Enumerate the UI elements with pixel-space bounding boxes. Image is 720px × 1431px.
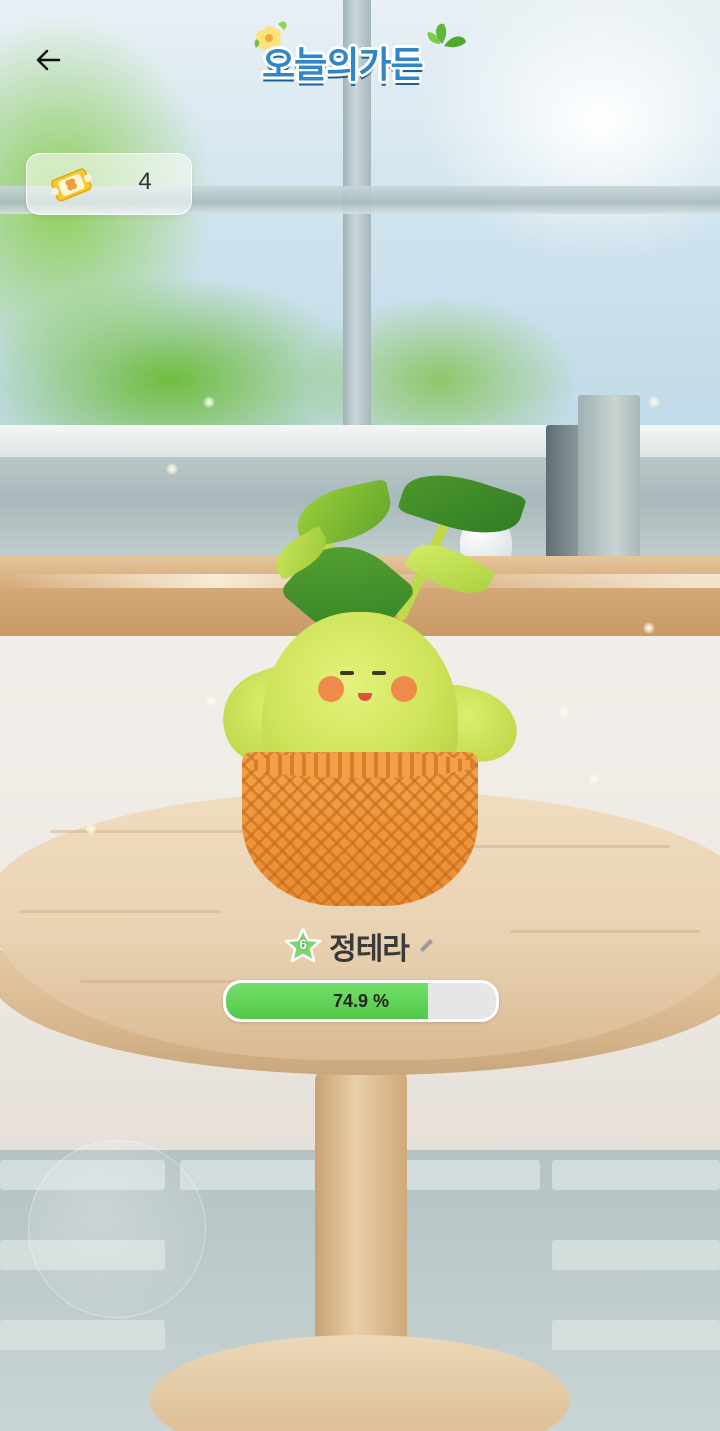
book: [578, 395, 640, 583]
sparkle: [648, 396, 660, 408]
wood-grain: [450, 845, 670, 848]
ticket-count: 4: [138, 168, 152, 195]
plant-cheek: [318, 676, 344, 702]
pencil-icon[interactable]: [415, 935, 437, 957]
level-badge: 6: [283, 926, 323, 966]
floor-tile: [0, 1320, 165, 1350]
plant-name: 정테라: [329, 932, 410, 967]
plant-eye: [372, 671, 386, 675]
plant-name-row: 6 정테라: [0, 924, 720, 968]
back-arrow-icon: [36, 49, 61, 71]
floor-tile: [552, 1160, 720, 1190]
back-button[interactable]: [26, 40, 70, 80]
plant-eye: [340, 671, 354, 675]
growth-progress-label: 74.9 %: [332, 991, 390, 1011]
game-logo: 오늘의가든: [246, 14, 476, 94]
sparkle: [588, 773, 600, 785]
sparkle: [203, 396, 215, 408]
ticket-counter[interactable]: 4: [26, 153, 192, 215]
sparkle: [643, 622, 655, 634]
clover-ticket-icon: [50, 168, 93, 202]
sparkle: [85, 823, 97, 835]
light-bubble: [28, 1140, 206, 1318]
basket-rim: [246, 752, 474, 778]
sparkle: [166, 463, 178, 475]
sprout-icon: [427, 23, 466, 48]
sparkle: [205, 695, 217, 707]
table-stem: [315, 1070, 407, 1370]
wood-grain: [80, 980, 250, 983]
sparkle: [558, 706, 570, 718]
logo-title: 오늘의가든: [262, 45, 424, 86]
floor-tile: [552, 1240, 720, 1270]
growth-progress-bar: 74.9 %: [223, 980, 499, 1022]
floor-tile: [552, 1320, 720, 1350]
plant-cheek: [391, 676, 417, 702]
wood-grain: [20, 910, 220, 913]
plant-level: 6: [299, 936, 307, 952]
